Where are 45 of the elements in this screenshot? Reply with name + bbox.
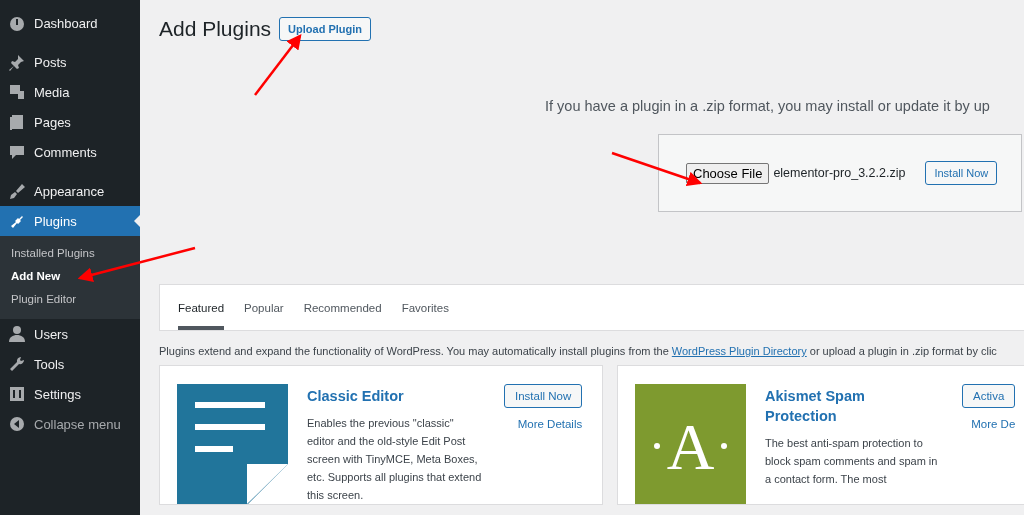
plugin-directory-link[interactable]: WordPress Plugin Directory bbox=[671, 345, 807, 357]
plugin-action-button[interactable]: Activa bbox=[962, 384, 1016, 408]
filter-tab[interactable]: Featured bbox=[178, 285, 225, 330]
page-title: Add Plugins bbox=[159, 17, 272, 41]
file-name: elementor-pro_3.2.2.zip bbox=[773, 166, 906, 180]
more-details-link[interactable]: More Details bbox=[517, 418, 583, 430]
choose-file-button[interactable]: Choose File bbox=[686, 162, 770, 184]
upload-plugin-button[interactable]: Upload Plugin bbox=[279, 17, 372, 41]
plugin-name[interactable]: Akismet Spam Protection bbox=[765, 386, 940, 426]
sidebar-item[interactable]: Tools bbox=[0, 349, 140, 379]
sidebar-item[interactable]: Comments bbox=[0, 137, 140, 167]
install-now-button[interactable]: Install Now bbox=[925, 161, 998, 185]
settings-icon bbox=[8, 385, 26, 403]
sidebar-item[interactable]: Appearance bbox=[0, 176, 140, 206]
sidebar-item[interactable]: Plugins bbox=[0, 206, 140, 236]
sidebar-item[interactable]: Dashboard bbox=[0, 8, 140, 38]
more-details-link[interactable]: More De bbox=[971, 418, 1016, 430]
sidebar-item[interactable]: Posts bbox=[0, 47, 140, 77]
person-icon bbox=[8, 325, 26, 343]
plugin-logo-icon: A bbox=[635, 384, 746, 504]
plugin-description: Enables the previous "classic" editor and the old-style Edit Post screen with TinyMCE, Meta Boxes, etc. Supports all plugins that extend this screen. bbox=[307, 416, 482, 503]
submenu-item[interactable]: Installed Plugins bbox=[0, 242, 140, 265]
wrench-icon bbox=[8, 355, 26, 373]
upload-help-text: If you have a plugin in a .zip format, you may install or update it by up bbox=[545, 98, 991, 114]
pin-icon bbox=[8, 53, 26, 71]
plugin-name[interactable]: Classic Editor bbox=[307, 386, 482, 406]
pages-icon bbox=[8, 113, 26, 131]
filter-tab[interactable]: Favorites bbox=[401, 285, 449, 330]
intro-text: Plugins extend and expand the functionality of WordPress. You may automatically install plugins from the WordPress Plugin Directory or upload a plugin in .zip format by clic bbox=[159, 345, 998, 357]
sidebar-item[interactable]: Collapse menu bbox=[0, 409, 140, 439]
sidebar-item[interactable]: Media bbox=[0, 77, 140, 107]
plugin-description: The best anti-spam protection to block spam comments and spam in a contact form. The most bbox=[765, 436, 939, 487]
filter-tab[interactable]: Recommended bbox=[303, 285, 382, 330]
filter-tab[interactable]: Popular bbox=[244, 285, 284, 330]
plugin-action-button[interactable]: Install Now bbox=[504, 384, 583, 408]
sidebar-item[interactable]: Pages bbox=[0, 107, 140, 137]
media-icon bbox=[8, 83, 26, 101]
gauge-icon bbox=[8, 14, 26, 32]
collapse-icon bbox=[8, 415, 26, 433]
submenu-item[interactable]: Add New bbox=[0, 265, 140, 288]
sidebar-item[interactable]: Settings bbox=[0, 379, 140, 409]
brush-icon bbox=[8, 182, 26, 200]
speech-bubble-icon bbox=[8, 143, 26, 161]
sidebar-item[interactable]: Users bbox=[0, 319, 140, 349]
submenu-item[interactable]: Plugin Editor bbox=[0, 288, 140, 311]
